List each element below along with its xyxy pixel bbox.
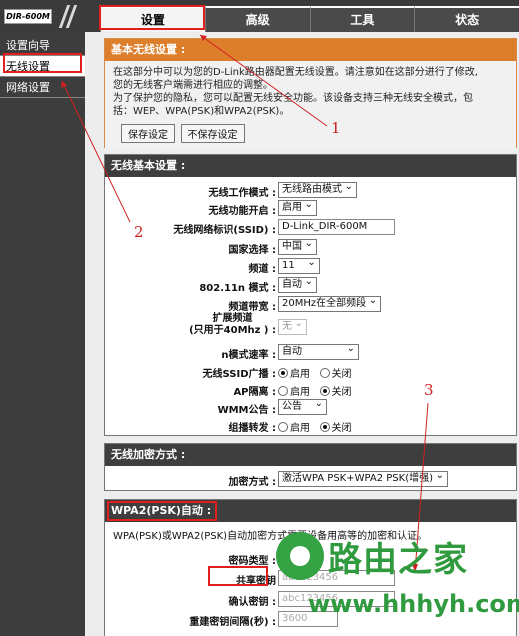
annotation-number-1: 1: [331, 119, 341, 137]
annotation-number-3: 3: [424, 381, 434, 399]
watermark-text: 路由之家: [328, 540, 468, 580]
annotation-number-2: 2: [134, 223, 144, 241]
watermark-logo-icon: [276, 532, 324, 580]
watermark: 路由之家 www.hhhyh.com: [268, 518, 519, 636]
watermark-url: www.hhhyh.com: [308, 590, 519, 618]
